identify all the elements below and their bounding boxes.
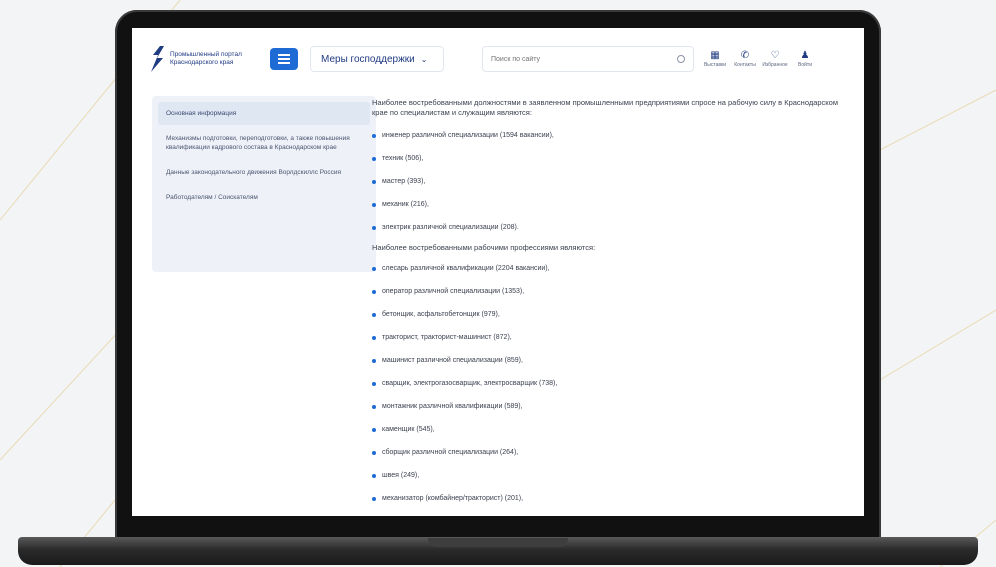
list-item-text: механизатор (комбайнер/тракторист) (201)… xyxy=(382,495,524,502)
calendar-icon: ▦ xyxy=(710,50,720,61)
list-item: монтажник различной квалификации (589), xyxy=(372,395,852,418)
user-icon: ♟ xyxy=(800,50,810,61)
heart-icon: ♡ xyxy=(770,50,780,61)
site-logo[interactable]: Промышленный портал Краснодарского края xyxy=(150,46,262,72)
bullet-icon xyxy=(372,358,376,363)
bullet-icon xyxy=(372,427,376,432)
list-item-text: мастер (393), xyxy=(382,178,426,185)
bullet-icon xyxy=(372,133,376,138)
professions-intro: Наиболее востребованными рабочими профес… xyxy=(372,243,596,252)
menu-icon-bar xyxy=(278,54,290,56)
action-label: Избранное xyxy=(762,62,788,68)
bullet-icon xyxy=(372,473,376,478)
action-favorites[interactable]: ♡ Избранное xyxy=(762,50,788,68)
list-item-text: монтажник различной квалификации (589), xyxy=(382,403,523,410)
list-item: сварщик, электрогазосварщик, электросвар… xyxy=(372,372,852,395)
bullet-icon xyxy=(372,225,376,230)
list-item-text: каменщик (545), xyxy=(382,426,435,433)
bullet-icon xyxy=(372,404,376,409)
bullet-icon xyxy=(372,496,376,501)
search-icon[interactable] xyxy=(677,55,685,63)
list-item: слесарь различной квалификации (2204 вак… xyxy=(372,257,852,280)
sidebar-item-worldskills[interactable]: Данные законодательного движения Ворлдск… xyxy=(158,161,370,184)
menu-button[interactable] xyxy=(270,48,298,70)
bullet-icon xyxy=(372,202,376,207)
positions-intro: Наиболее востребованными должностями в з… xyxy=(372,98,838,117)
bullet-icon xyxy=(372,312,376,317)
list-item: каменщик (545), xyxy=(372,418,852,441)
list-item: оператор различной специализации (1353), xyxy=(372,280,852,303)
menu-icon-bar xyxy=(278,62,290,64)
list-item-text: инженер различной специализации (1594 ва… xyxy=(382,132,554,139)
header-actions: ▦ Выставки ✆ Контакты ♡ Избранное ♟ Войт… xyxy=(704,50,816,68)
logo-line-1: Промышленный портал xyxy=(170,51,242,58)
list-item-text: электрик различной специализации (208). xyxy=(382,224,519,231)
search-input[interactable] xyxy=(491,55,677,63)
bullet-icon xyxy=(372,156,376,161)
sidebar-item-main-info[interactable]: Основная информация xyxy=(158,102,370,125)
action-login[interactable]: ♟ Войти xyxy=(794,50,816,68)
list-item: техник (506), xyxy=(372,147,852,170)
list-item: сборщик различной специализации (264), xyxy=(372,441,852,464)
search-box[interactable] xyxy=(482,46,694,72)
list-item: инженер различной специализации (1594 ва… xyxy=(372,124,852,147)
menu-icon-bar xyxy=(278,58,290,60)
list-item-text: слесарь различной квалификации (2204 вак… xyxy=(382,265,550,272)
action-label: Войти xyxy=(798,62,812,68)
bullet-icon xyxy=(372,381,376,386)
bullet-icon xyxy=(372,450,376,455)
list-item-text: сварщик, электрогазосварщик, электросвар… xyxy=(382,380,558,387)
bullet-icon xyxy=(372,179,376,184)
logo-icon xyxy=(151,46,164,72)
site-header: Промышленный портал Краснодарского края … xyxy=(132,28,864,90)
logo-text: Промышленный портал Краснодарского края xyxy=(170,51,242,67)
list-item-text: техник (506), xyxy=(382,155,424,162)
action-label: Контакты xyxy=(734,62,756,68)
list-item: машинист различной специализации (859), xyxy=(372,349,852,372)
list-item-text: тракторист, тракторист-машинист (872), xyxy=(382,334,512,341)
sidebar-item-training[interactable]: Механизмы подготовки, переподготовки, а … xyxy=(158,127,370,159)
list-item: электрик различной специализации (208). xyxy=(372,216,852,239)
list-item: механик (216), xyxy=(372,193,852,216)
browser-screen: Промышленный портал Краснодарского края … xyxy=(132,28,864,516)
list-item-text: механик (216), xyxy=(382,201,429,208)
bullet-icon xyxy=(372,335,376,340)
phone-icon: ✆ xyxy=(740,50,750,61)
bullet-icon xyxy=(372,266,376,271)
professions-list: слесарь различной квалификации (2204 вак… xyxy=(372,257,852,510)
sidebar-nav: Основная информация Механизмы подготовки… xyxy=(152,96,376,272)
list-item-text: машинист различной специализации (859), xyxy=(382,357,523,364)
chevron-down-icon: ⌄ xyxy=(420,54,428,64)
laptop-notch xyxy=(428,538,568,547)
list-item-text: бетонщик, асфальтобетонщик (979), xyxy=(382,311,500,318)
sidebar-item-employers[interactable]: Работодателям / Соискателям xyxy=(158,186,370,209)
action-contacts[interactable]: ✆ Контакты xyxy=(734,50,756,68)
positions-list: инженер различной специализации (1594 ва… xyxy=(372,124,852,239)
list-item: мастер (393), xyxy=(372,170,852,193)
list-item: тракторист, тракторист-машинист (872), xyxy=(372,326,852,349)
list-item-text: швея (249), xyxy=(382,472,420,479)
logo-line-2: Краснодарского края xyxy=(170,59,234,66)
list-item: швея (249), xyxy=(372,464,852,487)
list-item: бетонщик, асфальтобетонщик (979), xyxy=(372,303,852,326)
main-content: Наиболее востребованными должностями в з… xyxy=(372,98,852,510)
support-dropdown[interactable]: Меры господдержки ⌄ xyxy=(310,46,444,72)
support-dropdown-label: Меры господдержки xyxy=(321,53,415,65)
action-exhibitions[interactable]: ▦ Выставки xyxy=(704,50,726,68)
bullet-icon xyxy=(372,289,376,294)
action-label: Выставки xyxy=(703,62,727,68)
list-item-text: сборщик различной специализации (264), xyxy=(382,449,519,456)
list-item: механизатор (комбайнер/тракторист) (201)… xyxy=(372,487,852,510)
list-item-text: оператор различной специализации (1353), xyxy=(382,288,525,295)
